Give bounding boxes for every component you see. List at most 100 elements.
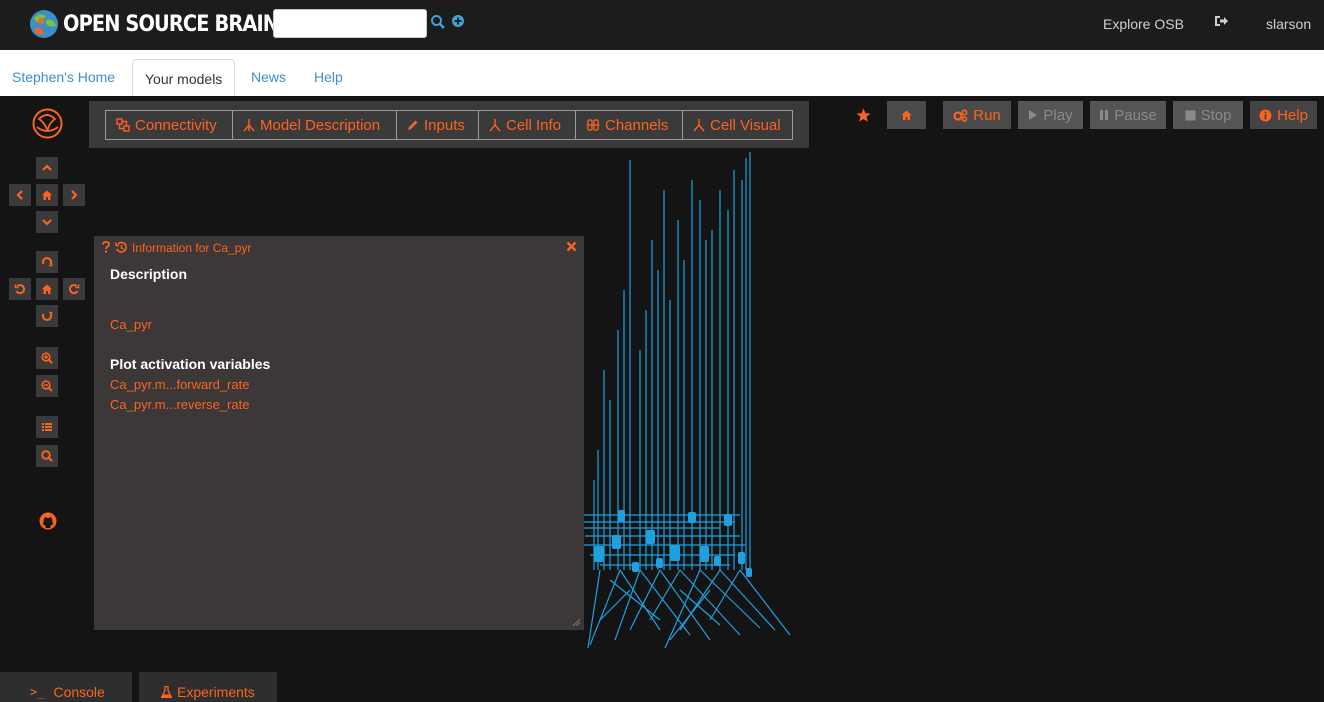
- connectivity-icon: [116, 118, 130, 132]
- tab-help[interactable]: Help: [314, 50, 343, 96]
- chevron-left-icon: [16, 190, 23, 200]
- flask-icon: [161, 686, 172, 698]
- logout-icon[interactable]: [1214, 14, 1228, 28]
- console-label: Console: [53, 684, 105, 700]
- pan-right-button[interactable]: [63, 184, 85, 206]
- history-icon[interactable]: [115, 241, 128, 254]
- github-icon[interactable]: [39, 512, 57, 530]
- rotate-down-button[interactable]: [36, 305, 58, 327]
- experiments-tab[interactable]: Experiments: [139, 672, 277, 702]
- explore-osb-link[interactable]: Explore OSB: [1103, 16, 1184, 32]
- plot-link-reverse-rate[interactable]: Ca_pyr.m...reverse_rate: [110, 397, 249, 412]
- info-window-title: Information for Ca_pyr: [132, 241, 252, 255]
- rotate-right-button[interactable]: [63, 278, 85, 300]
- question-icon[interactable]: [102, 241, 110, 253]
- brain-globe-icon: [30, 10, 58, 38]
- play-button[interactable]: Play: [1018, 101, 1083, 129]
- help-button[interactable]: Help: [1250, 101, 1317, 129]
- control-panel-button[interactable]: [36, 416, 58, 438]
- rotate-left-button[interactable]: [9, 278, 31, 300]
- rotate-up-button[interactable]: [36, 251, 58, 273]
- pause-button[interactable]: Pause: [1090, 101, 1166, 129]
- chevron-right-icon: [71, 190, 78, 200]
- cell-info-button[interactable]: Cell Info: [478, 110, 576, 140]
- search-icon: [41, 450, 53, 462]
- stop-button[interactable]: Stop: [1173, 101, 1243, 129]
- console-tab[interactable]: >_ Console: [0, 672, 132, 702]
- description-heading: Description: [110, 266, 188, 282]
- search-icon[interactable]: [430, 14, 446, 30]
- play-label: Play: [1043, 106, 1073, 124]
- nav-bar: Stephen's Home Your models News Help: [0, 50, 1324, 97]
- tab-stephens-home[interactable]: Stephen's Home: [12, 50, 115, 96]
- cell-visual-button[interactable]: Cell Visual: [682, 110, 793, 140]
- rotate-ccw-icon: [14, 284, 25, 295]
- pause-label: Pause: [1114, 106, 1157, 124]
- model-description-label: Model Description: [260, 116, 381, 134]
- add-circle-icon[interactable]: [451, 14, 467, 30]
- pan-left-button[interactable]: [9, 184, 31, 206]
- resize-handle-icon[interactable]: [572, 618, 581, 627]
- rotate-down-icon: [42, 311, 53, 321]
- model-icon: [243, 119, 255, 132]
- plot-activation-heading: Plot activation variables: [110, 356, 271, 372]
- connectivity-button[interactable]: Connectivity: [105, 110, 233, 140]
- home-icon: [42, 284, 52, 294]
- run-label: Run: [973, 106, 1001, 124]
- info-icon: [1259, 109, 1272, 121]
- cell-icon: [693, 119, 705, 132]
- inputs-button[interactable]: Inputs: [396, 110, 479, 140]
- top-bar: OPEN SOURCE BRAIN Explore OSB slarson: [0, 0, 1324, 50]
- cell-visual-label: Cell Visual: [710, 116, 781, 134]
- pencil-icon: [408, 120, 418, 130]
- play-icon: [1029, 110, 1038, 120]
- terminal-icon: >_: [30, 685, 45, 699]
- pause-icon: [1100, 110, 1109, 120]
- search-input[interactable]: [273, 9, 427, 38]
- logo-text: OPEN SOURCE BRAIN: [63, 11, 279, 37]
- cell-info-label: Cell Info: [506, 116, 562, 134]
- channels-button[interactable]: Channels: [575, 110, 683, 140]
- zoom-out-button[interactable]: [36, 375, 58, 397]
- zoom-in-button[interactable]: [36, 347, 58, 369]
- pan-up-button[interactable]: [36, 157, 58, 179]
- osb-logo[interactable]: OPEN SOURCE BRAIN: [28, 8, 307, 40]
- tab-your-models[interactable]: Your models: [132, 59, 236, 97]
- rotate-cw-icon: [69, 284, 80, 295]
- experiments-label: Experiments: [177, 684, 255, 700]
- channels-label: Channels: [605, 116, 669, 134]
- help-label: Help: [1277, 106, 1308, 124]
- spotlight-search-button[interactable]: [36, 445, 58, 467]
- geppetto-logo-icon: [32, 108, 63, 139]
- tab-news[interactable]: News: [251, 50, 286, 96]
- rotate-home-button[interactable]: [36, 278, 58, 300]
- connectivity-label: Connectivity: [135, 116, 217, 134]
- info-window[interactable]: Information for Ca_pyr Description Ca_py…: [94, 236, 584, 630]
- zoom-out-icon: [41, 380, 53, 392]
- zoom-in-icon: [41, 352, 53, 364]
- gears-icon: [953, 108, 968, 122]
- model-description-button[interactable]: Model Description: [232, 110, 397, 140]
- home-view-button[interactable]: [887, 101, 926, 129]
- run-button[interactable]: Run: [943, 101, 1011, 129]
- close-icon[interactable]: [566, 241, 577, 252]
- channels-icon: [586, 119, 600, 131]
- rotate-up-icon: [42, 257, 53, 267]
- pan-home-button[interactable]: [36, 184, 58, 206]
- home-icon: [901, 110, 912, 120]
- user-menu[interactable]: slarson: [1266, 16, 1311, 32]
- description-value-link[interactable]: Ca_pyr: [110, 317, 152, 332]
- stop-icon: [1185, 110, 1196, 120]
- chevron-down-icon: [42, 219, 52, 226]
- model-toolbar: Connectivity Model Description Inputs Ce…: [89, 101, 809, 148]
- star-icon[interactable]: [856, 108, 871, 123]
- plot-link-forward-rate[interactable]: Ca_pyr.m...forward_rate: [110, 377, 249, 392]
- neuron-network-visualization[interactable]: [560, 150, 800, 660]
- chevron-up-icon: [42, 164, 52, 171]
- home-icon: [42, 190, 52, 200]
- inputs-label: Inputs: [424, 116, 465, 134]
- pan-down-button[interactable]: [36, 211, 58, 233]
- list-icon: [42, 423, 52, 431]
- cell-icon: [489, 119, 501, 132]
- stop-label: Stop: [1200, 106, 1232, 124]
